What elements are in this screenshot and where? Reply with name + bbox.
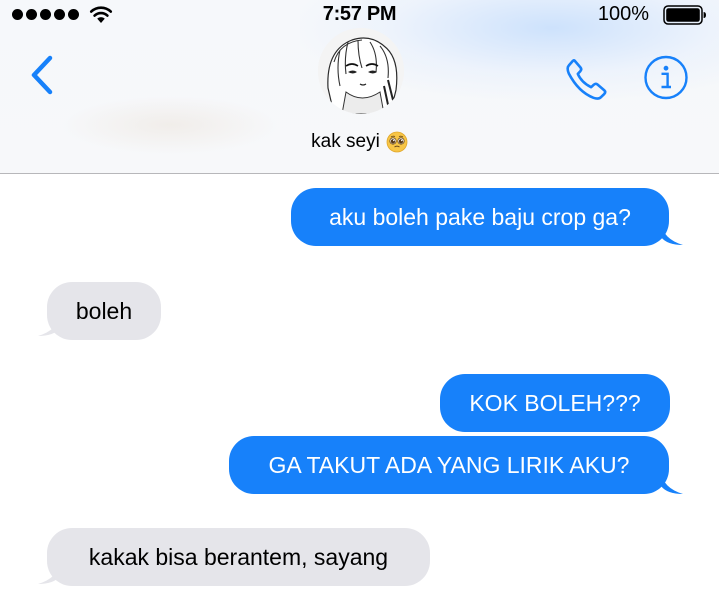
phone-icon[interactable] [562, 55, 610, 103]
battery-icon [663, 5, 706, 25]
conversation-header: 7:57 PM 100% kak seyi [0, 0, 719, 173]
back-chevron-icon[interactable] [26, 52, 58, 98]
status-bar: 7:57 PM 100% [0, 0, 719, 30]
message-bubble-sent[interactable]: GA TAKUT ADA YANG LIRIK AKU? [229, 436, 669, 494]
contact-name: kak seyi [311, 131, 380, 152]
message-bubble-sent[interactable]: KOK BOLEH??? [440, 374, 670, 432]
contact-name-row[interactable]: kak seyi [0, 131, 719, 153]
chat-screen: 7:57 PM 100% kak seyi aku boleh pake baj… [0, 0, 719, 601]
battery-percentage: 100% [597, 3, 649, 25]
info-icon[interactable] [642, 55, 690, 103]
contact-avatar[interactable] [318, 28, 404, 114]
message-bubble-received[interactable]: boleh [47, 282, 161, 340]
pleading-face-emoji-icon [386, 131, 408, 153]
message-bubble-sent[interactable]: aku boleh pake baju crop ga? [291, 188, 669, 246]
message-bubble-received[interactable]: kakak bisa berantem, sayang [47, 528, 430, 586]
avatar-illustration [318, 28, 404, 114]
header-divider [0, 173, 719, 174]
